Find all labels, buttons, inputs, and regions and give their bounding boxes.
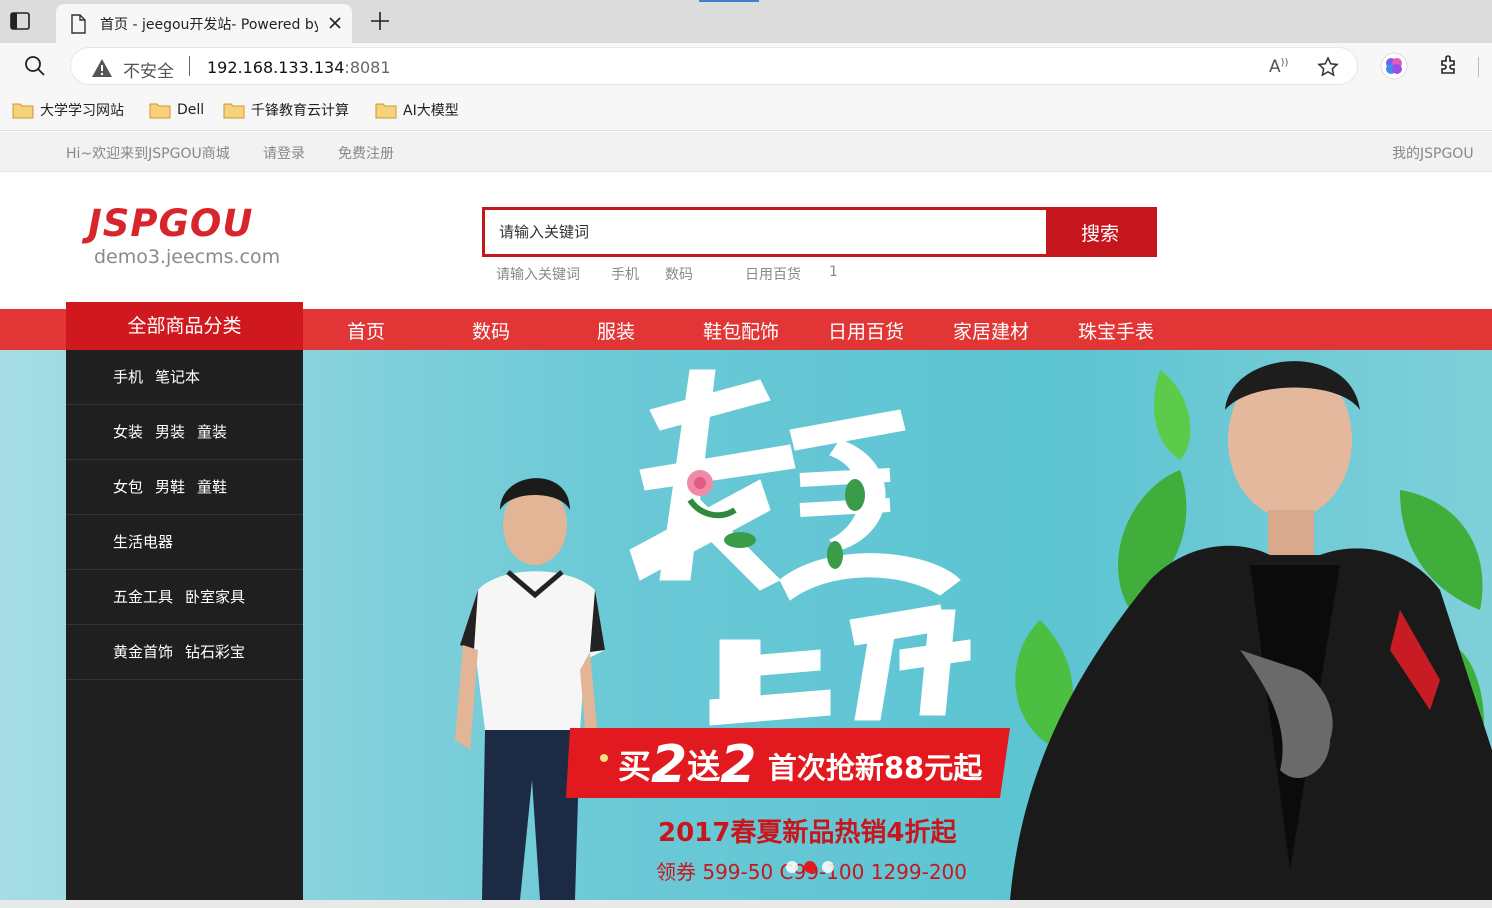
category-row[interactable]: 女包 男鞋 童鞋 <box>66 460 303 515</box>
browser-tab-strip: 首页 - jeegou开发站- Powered by <box>0 0 1492 43</box>
bookmark-folder-2[interactable]: 千锋教育云计算 <box>223 99 349 121</box>
url-text[interactable]: 192.168.133.134:8081 <box>207 58 391 77</box>
url-port: :8081 <box>344 58 391 77</box>
nav-digital[interactable]: 数码 <box>472 317 510 344</box>
bookmark-folder-0[interactable]: 大学学习网站 <box>12 99 124 121</box>
category-link[interactable]: 五金工具 <box>113 588 173 606</box>
search-button[interactable]: 搜索 <box>1046 207 1154 257</box>
promo-part: 2 <box>651 735 688 795</box>
category-link[interactable]: 女包 <box>113 478 143 496</box>
new-tab-icon[interactable] <box>368 9 392 33</box>
welcome-text: Hi~欢迎来到JSPGOU商城 <box>66 146 230 162</box>
folder-icon <box>223 103 245 119</box>
bookmark-label: 大学学习网站 <box>40 103 124 119</box>
category-link[interactable]: 卧室家具 <box>185 588 245 606</box>
login-link[interactable]: 请登录 <box>263 143 305 163</box>
category-row[interactable]: 生活电器 <box>66 515 303 570</box>
category-link[interactable]: 笔记本 <box>155 368 200 386</box>
search-input[interactable] <box>485 210 1051 254</box>
logo-domain: demo3.jeecms.com <box>94 246 281 268</box>
promo-part: 2 <box>720 735 757 795</box>
address-bar[interactable]: 不安全 192.168.133.134:8081 A)) <box>70 47 1358 85</box>
bookmark-folder-3[interactable]: AI大模型 <box>375 99 459 121</box>
category-link[interactable]: 男鞋 <box>155 478 185 496</box>
category-link[interactable]: 男装 <box>155 423 185 441</box>
tab-title: 首页 - jeegou开发站- Powered by <box>100 17 318 33</box>
page-document-icon <box>70 14 86 38</box>
search-icon[interactable] <box>24 55 46 81</box>
my-account-link[interactable]: 我的JSPGOU <box>1392 143 1474 163</box>
promo-part: 送 <box>687 747 721 786</box>
folder-icon <box>375 103 397 119</box>
category-link[interactable]: 童装 <box>197 423 227 441</box>
hotword-link[interactable]: 1 <box>829 264 838 280</box>
hotword-link[interactable]: 日用百货 <box>745 264 801 284</box>
not-secure-label[interactable]: 不安全 <box>123 57 174 82</box>
read-aloud-icon[interactable]: A)) <box>1269 57 1288 77</box>
nav-home-building[interactable]: 家居建材 <box>953 317 1029 344</box>
bookmark-label: Dell <box>177 102 205 118</box>
tab-actions-icon[interactable] <box>8 9 32 33</box>
category-link[interactable]: 生活电器 <box>113 533 173 551</box>
category-row[interactable]: 五金工具 卧室家具 <box>66 570 303 625</box>
folder-icon <box>12 103 34 119</box>
category-link[interactable]: 手机 <box>113 368 143 386</box>
category-link[interactable]: 黄金首饰 <box>113 643 173 661</box>
category-link[interactable]: 童鞋 <box>197 478 227 496</box>
promo-text: 买2送2 首次抢新88元起 <box>618 735 982 795</box>
bookmark-label: AI大模型 <box>403 103 459 119</box>
folder-icon <box>149 103 171 119</box>
nav-daily-goods[interactable]: 日用百货 <box>828 317 904 344</box>
close-tab-icon[interactable] <box>326 14 344 32</box>
favorite-star-icon[interactable] <box>1317 56 1339 82</box>
search-box: 搜索 <box>482 207 1157 257</box>
category-row[interactable]: 女装 男装 童装 <box>66 405 303 460</box>
site-top-bar: Hi~欢迎来到JSPGOU商城 请登录 免费注册 我的JSPGOU <box>0 132 1492 172</box>
category-row[interactable]: 黄金首饰 钻石彩宝 <box>66 625 303 680</box>
category-link[interactable]: 女装 <box>113 423 143 441</box>
category-menu: 全部商品分类 手机 笔记本 女装 男装 童装 女包 男鞋 童鞋 生活电器 五金工具 卧室家具… <box>66 302 303 900</box>
tab-strip-accent <box>699 0 759 2</box>
promo-part: 首次抢新88元起 <box>767 751 983 785</box>
sale-text: 2017春夏新品热销4折起 <box>658 818 957 848</box>
slide-indicators <box>786 861 834 873</box>
hotword-link[interactable]: 请输入关键词 <box>496 264 580 284</box>
address-separator <box>189 56 190 76</box>
bookmark-label: 千锋教育云计算 <box>251 103 349 119</box>
copilot-icon[interactable] <box>1380 52 1408 80</box>
logo-brand: JSPGOU <box>88 202 254 245</box>
register-link[interactable]: 免费注册 <box>338 143 394 163</box>
bookmarks-bar: 大学学习网站 Dell 千锋教育云计算 AI大模型 <box>0 89 1492 131</box>
browser-toolbar: 不安全 192.168.133.134:8081 A)) <box>0 43 1492 89</box>
extensions-puzzle-icon[interactable] <box>1438 54 1460 80</box>
warning-icon[interactable] <box>91 58 113 82</box>
nav-clothing[interactable]: 服装 <box>597 317 635 344</box>
browser-tab-active[interactable]: 首页 - jeegou开发站- Powered by <box>56 4 352 43</box>
nav-shoes-bags[interactable]: 鞋包配饰 <box>703 317 779 344</box>
slide-dot[interactable] <box>786 861 798 873</box>
promo-part: 买 <box>618 747 651 786</box>
hotword-link[interactable]: 手机 <box>611 264 639 284</box>
category-link[interactable]: 钻石彩宝 <box>185 643 245 661</box>
all-categories-title[interactable]: 全部商品分类 <box>66 302 303 350</box>
bookmark-folder-1[interactable]: Dell <box>149 99 204 121</box>
slide-dot[interactable] <box>822 861 834 873</box>
nav-home[interactable]: 首页 <box>347 317 385 344</box>
site-logo[interactable]: JSPGOU demo3.jeecms.com <box>88 202 280 268</box>
nav-jewelry-watches[interactable]: 珠宝手表 <box>1078 317 1154 344</box>
hotword-link[interactable]: 数码 <box>665 264 693 284</box>
page-footer-strip <box>0 900 1492 908</box>
url-host: 192.168.133.134 <box>207 58 345 77</box>
category-row[interactable]: 手机 笔记本 <box>66 350 303 405</box>
toolbar-divider <box>1478 57 1479 77</box>
slide-dot-active[interactable] <box>804 861 816 873</box>
